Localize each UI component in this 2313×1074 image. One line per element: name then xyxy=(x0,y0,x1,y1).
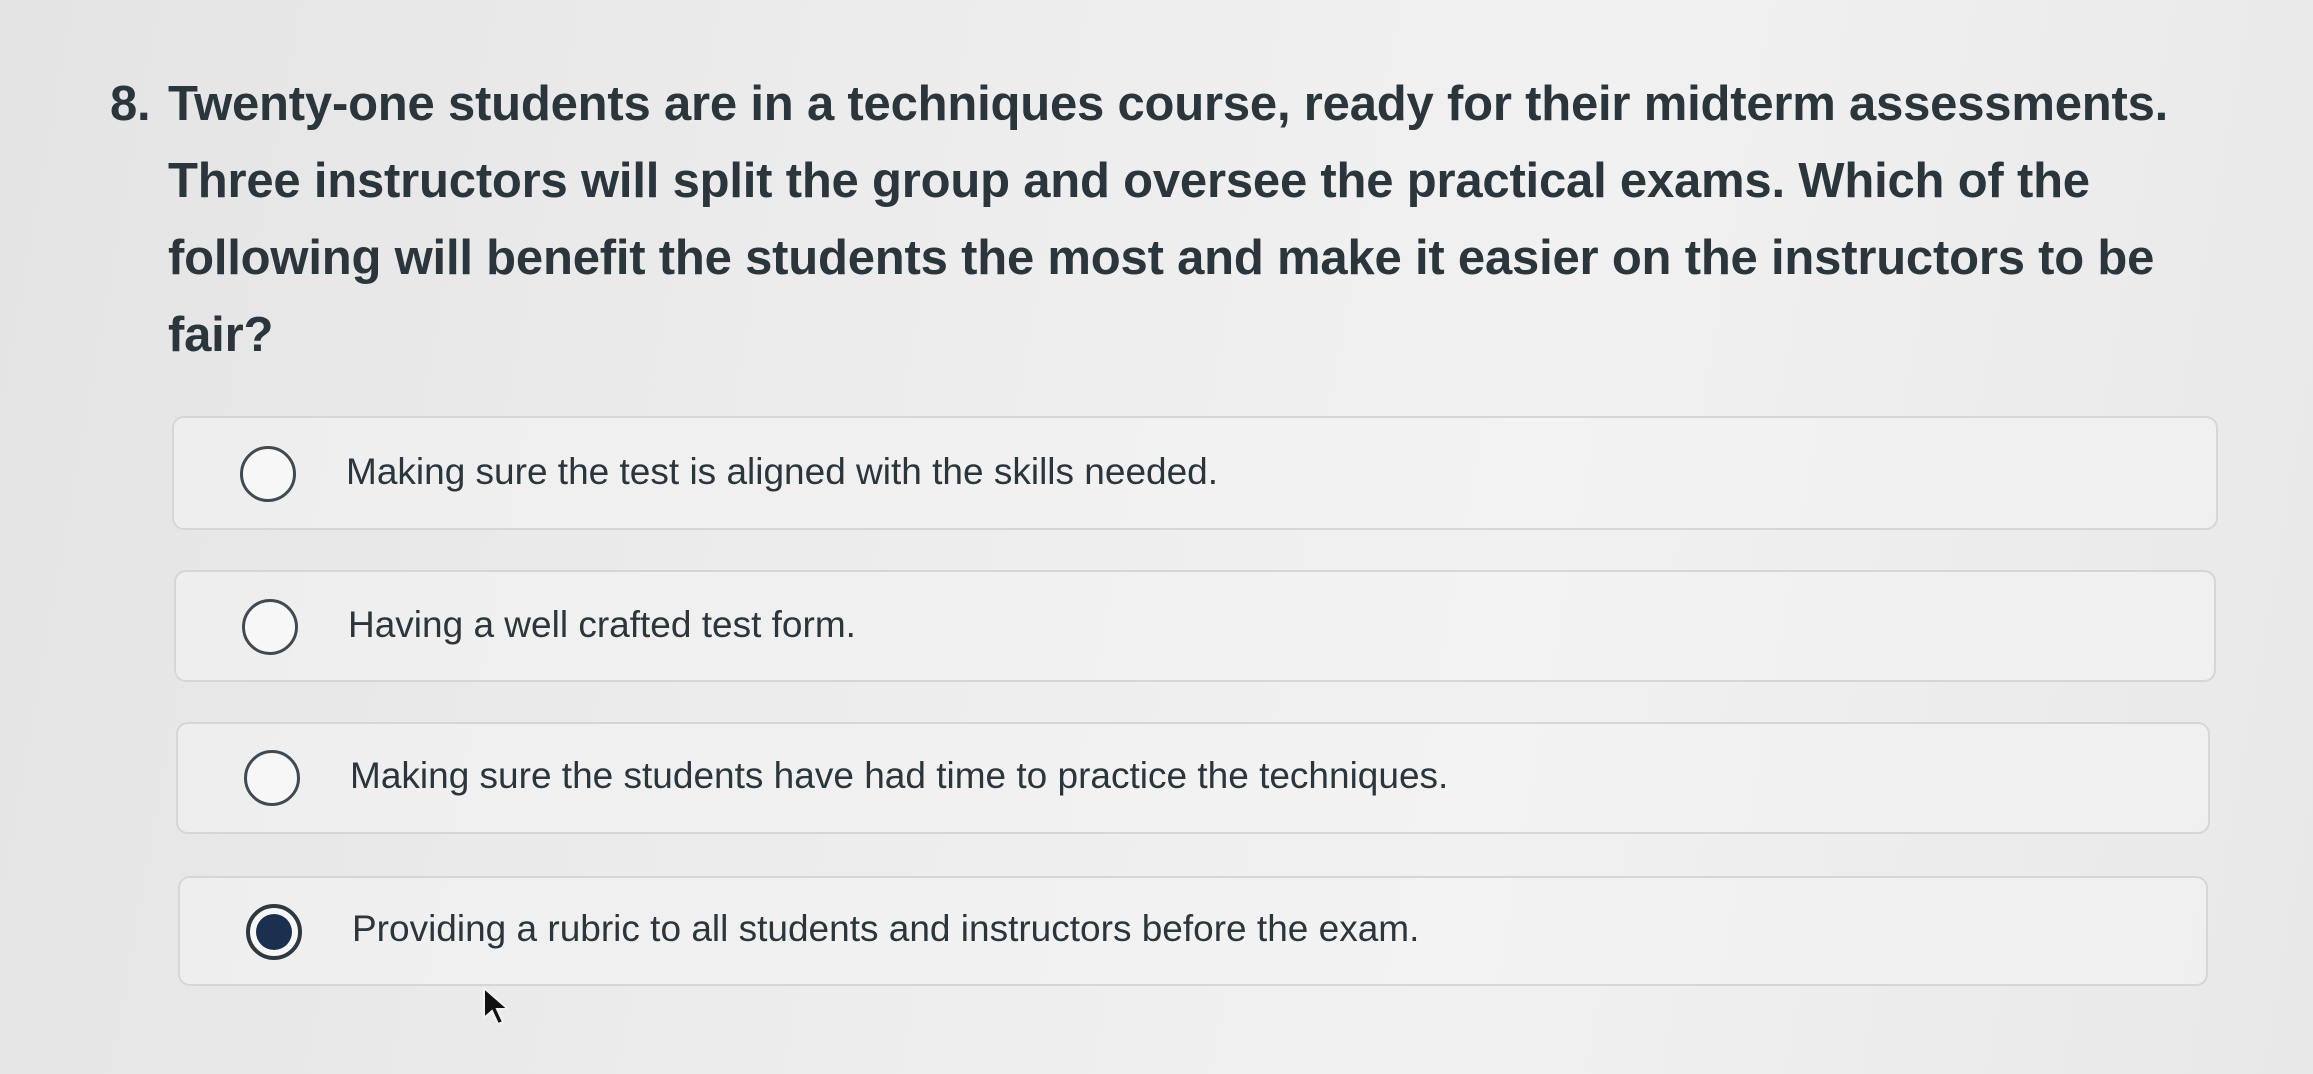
radio-selected-icon[interactable] xyxy=(246,904,302,960)
answer-option-3[interactable]: Making sure the students have had time t… xyxy=(176,722,2210,834)
radio-unselected-icon[interactable] xyxy=(244,750,300,806)
answer-option-1[interactable]: Making sure the test is aligned with the… xyxy=(172,416,2218,530)
answer-option-4[interactable]: Providing a rubric to all students and i… xyxy=(178,876,2208,986)
radio-unselected-icon[interactable] xyxy=(240,446,296,502)
answer-label: Making sure the test is aligned with the… xyxy=(346,451,1219,492)
answer-label: Having a well crafted test form. xyxy=(348,604,856,645)
answer-label: Making sure the students have had time t… xyxy=(350,755,1449,796)
mouse-pointer-icon xyxy=(483,986,511,1026)
question-card: 8. Twenty-one students are in a techniqu… xyxy=(0,0,2313,1074)
question-text: Twenty-one students are in a techniques … xyxy=(168,77,2169,362)
answer-label: Providing a rubric to all students and i… xyxy=(352,908,1420,949)
answer-option-2[interactable]: Having a well crafted test form. xyxy=(174,570,2216,682)
question-number: 8. xyxy=(110,77,151,131)
question-prompt: 8. Twenty-one students are in a techniqu… xyxy=(110,66,2242,374)
radio-unselected-icon[interactable] xyxy=(242,599,298,655)
